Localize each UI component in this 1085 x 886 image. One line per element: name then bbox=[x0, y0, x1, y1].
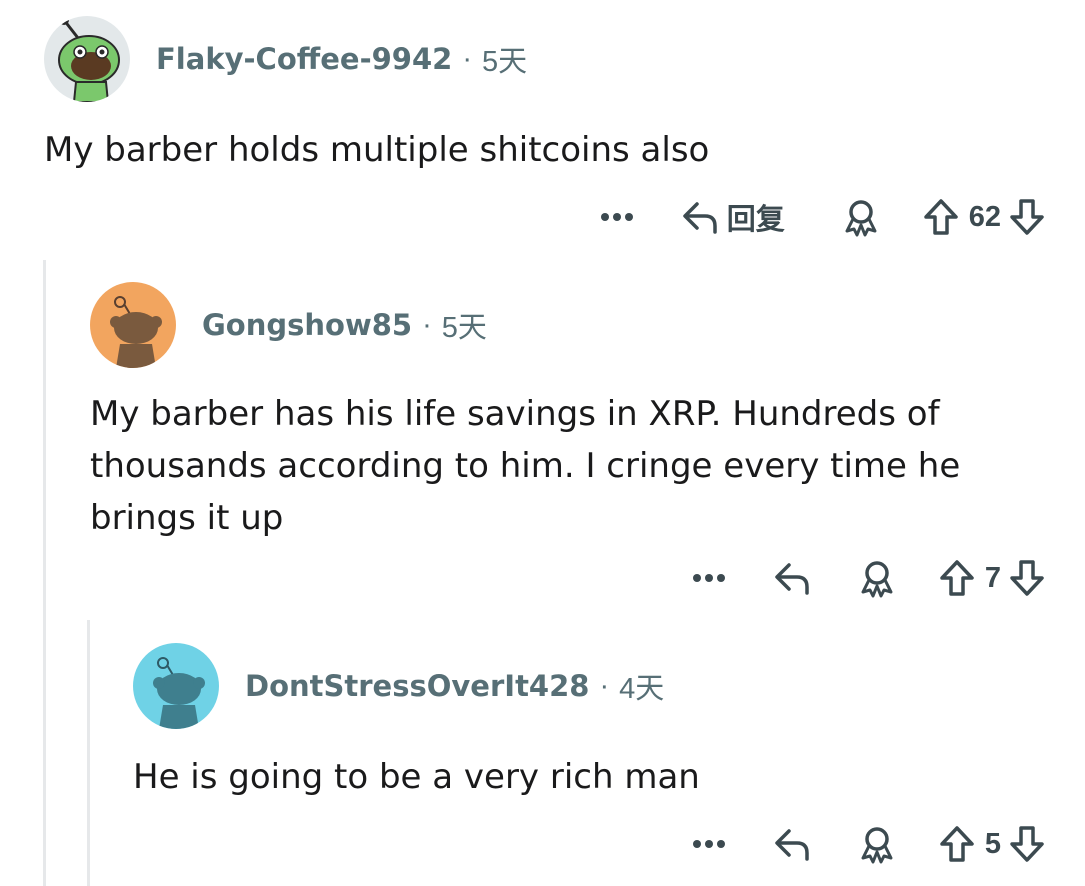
vote-count: 62 bbox=[968, 200, 1001, 233]
upvote-icon[interactable] bbox=[939, 559, 975, 597]
meta-separator: · bbox=[599, 669, 610, 702]
reply-label: 回复 bbox=[726, 204, 785, 236]
comment-body: My barber holds multiple shitcoins also bbox=[44, 130, 710, 170]
meta-separator: · bbox=[462, 42, 473, 75]
comment-body: My barber has his life savings in XRP. H… bbox=[90, 394, 961, 538]
downvote-icon[interactable] bbox=[1009, 198, 1045, 236]
comment-age: 4天 bbox=[619, 673, 665, 705]
avatar[interactable] bbox=[133, 643, 219, 729]
snoo-avatar-icon bbox=[153, 657, 205, 729]
snoo-avatar-icon bbox=[110, 296, 162, 368]
comment-2-actions: 7 bbox=[689, 554, 1045, 602]
comment-2-meta: Gongshow85 · 5天 bbox=[90, 282, 487, 368]
comment-2: Gongshow85 · 5天 My barber has his life s… bbox=[90, 282, 960, 538]
more-icon[interactable] bbox=[689, 839, 729, 849]
award-icon[interactable] bbox=[857, 558, 897, 598]
username[interactable]: Flaky-Coffee-9942 bbox=[156, 42, 452, 76]
meta-separator: · bbox=[422, 308, 432, 341]
more-icon[interactable] bbox=[597, 212, 637, 222]
vote-count: 5 bbox=[984, 827, 1001, 860]
comment-1-meta: Flaky-Coffee-9942 · 5天 bbox=[44, 16, 527, 102]
username[interactable]: Gongshow85 bbox=[202, 308, 412, 342]
downvote-icon[interactable] bbox=[1009, 559, 1045, 597]
reply-button[interactable]: 回复 bbox=[681, 196, 785, 238]
downvote-icon[interactable] bbox=[1009, 825, 1045, 863]
thread-line-level-1[interactable] bbox=[43, 260, 46, 886]
reply-icon[interactable] bbox=[773, 827, 811, 861]
comment-3-meta: DontStressOverIt428 · 4天 bbox=[133, 643, 664, 729]
comment-1: Flaky-Coffee-9942 · 5天 My barber holds m… bbox=[44, 16, 709, 170]
comment-3-actions: 5 bbox=[689, 820, 1045, 868]
avatar[interactable] bbox=[44, 16, 130, 102]
award-icon[interactable] bbox=[841, 197, 881, 237]
award-icon[interactable] bbox=[857, 824, 897, 864]
reply-icon[interactable] bbox=[773, 561, 811, 595]
more-icon[interactable] bbox=[689, 573, 729, 583]
upvote-icon[interactable] bbox=[939, 825, 975, 863]
thread-line-level-2[interactable] bbox=[87, 620, 90, 886]
comment-body: He is going to be a very rich man bbox=[133, 757, 700, 797]
snoo-frog-avatar-icon bbox=[58, 16, 120, 102]
comment-3: DontStressOverIt428 · 4天 He is going to … bbox=[133, 643, 700, 797]
upvote-icon[interactable] bbox=[923, 198, 959, 236]
comment-age: 5天 bbox=[482, 46, 528, 78]
comment-age: 5天 bbox=[441, 312, 487, 344]
vote-count: 7 bbox=[984, 561, 1001, 594]
username[interactable]: DontStressOverIt428 bbox=[245, 669, 589, 703]
avatar[interactable] bbox=[90, 282, 176, 368]
reply-icon bbox=[682, 202, 717, 234]
comment-1-actions: 回复 62 bbox=[597, 193, 1045, 241]
